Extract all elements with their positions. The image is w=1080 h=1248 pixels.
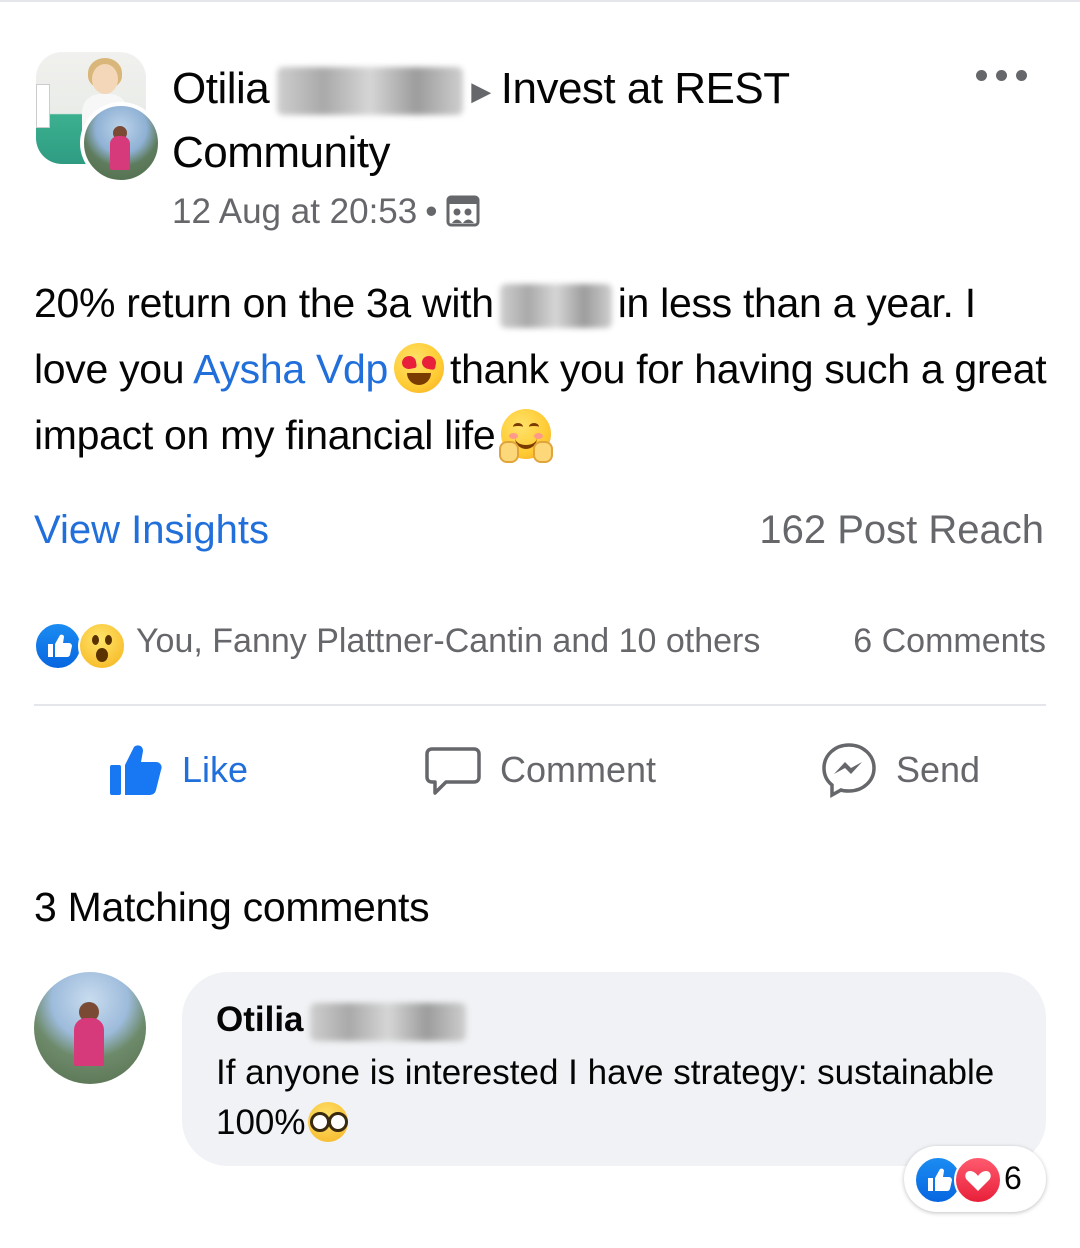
group-avatar-sign [36, 84, 50, 128]
author-name[interactable]: Otilia [172, 64, 270, 113]
redacted-comment-surname [309, 1002, 466, 1041]
like-button[interactable]: Like [106, 738, 248, 802]
comment-text: If anyone is interested I have strategy:… [216, 1048, 1016, 1148]
hug-eye-right [529, 423, 540, 431]
mention-link[interactable]: Aysha Vdp [193, 346, 388, 392]
wow-mouth [96, 648, 108, 662]
comment-author-name[interactable]: Otilia [216, 1000, 304, 1039]
glasses-lens-right [327, 1111, 348, 1132]
send-label: Send [896, 749, 981, 790]
messenger-icon [822, 743, 876, 798]
glasses-lens-left [309, 1111, 330, 1132]
post-meta: 12 Aug at 20:53 • [172, 190, 480, 234]
matching-comments-heading: 3 Matching comments [34, 884, 430, 930]
like-icon [110, 745, 162, 795]
comment-reactions-pill[interactable]: 6 [904, 1146, 1046, 1212]
more-dot-2 [996, 70, 1007, 81]
heart-reaction-icon [954, 1156, 1002, 1204]
gallery-icon [446, 195, 479, 227]
meta-separator: • [425, 192, 438, 231]
comment-author[interactable]: Otilia [216, 1000, 466, 1041]
comments-count[interactable]: 6 Comments [853, 622, 1046, 661]
heart-eye-right [420, 355, 438, 371]
glasses-emoji [307, 1101, 348, 1142]
wow-eye-left [92, 635, 99, 645]
pill-heart-glyph [965, 1171, 991, 1191]
group-name-cont[interactable]: Community [172, 128, 391, 177]
emoji-mouth [407, 373, 432, 386]
comment-icon [425, 747, 481, 795]
redacted-surname [277, 67, 464, 116]
post-reach: 162 Post Reach [759, 508, 1044, 552]
top-divider [0, 0, 1080, 2]
author-avatar[interactable] [80, 102, 162, 184]
group-name[interactable]: Invest at REST [501, 64, 790, 113]
comment-bubble[interactable]: Otilia If anyone is interested I have st… [182, 972, 1046, 1166]
post-text-part1: 20% return on the 3a with [34, 280, 494, 326]
send-button[interactable]: Send [820, 738, 980, 802]
like-reaction-icon [34, 622, 82, 670]
heart-eye-left [400, 355, 418, 371]
hug-hand-left [499, 441, 520, 464]
reactions-summary-row: You, Fanny Plattner-Cantin and 10 others… [34, 618, 1046, 672]
like-badge-glyph [48, 634, 72, 657]
comment-label: Comment [500, 749, 657, 790]
comment-avatar-body [74, 1018, 104, 1066]
more-dot-3 [1016, 70, 1027, 81]
post-header-title: Otilia ▶ Invest at REST Community [172, 58, 932, 184]
comment-reaction-count: 6 [1004, 1160, 1022, 1196]
comment-button[interactable]: Comment [424, 738, 656, 802]
post-timestamp[interactable]: 12 Aug at 20:53 [172, 192, 417, 231]
author-avatar-body [110, 136, 130, 170]
view-insights-link[interactable]: View Insights [34, 508, 269, 553]
like-label: Like [182, 749, 249, 790]
arrow-right-icon: ▶ [471, 76, 491, 107]
wow-reaction-icon [78, 622, 126, 670]
action-divider [34, 704, 1046, 706]
reaction-icons[interactable] [34, 620, 130, 670]
hug-emoji [499, 409, 554, 464]
hug-eye-left [513, 423, 524, 431]
reactors-summary[interactable]: You, Fanny Plattner-Cantin and 10 others [136, 622, 760, 661]
heart-eyes-emoji [394, 343, 445, 394]
comment-author-avatar[interactable] [34, 972, 146, 1084]
group-avatar-face [92, 64, 118, 94]
more-options-icon[interactable] [976, 58, 1030, 92]
hug-hand-right [533, 441, 554, 464]
wow-eye-right [105, 635, 112, 645]
more-dot-1 [976, 70, 987, 81]
redacted-company [499, 284, 612, 329]
post-text: 20% return on the 3a with in less than a … [34, 270, 1054, 468]
avatar-stack[interactable] [36, 52, 162, 184]
